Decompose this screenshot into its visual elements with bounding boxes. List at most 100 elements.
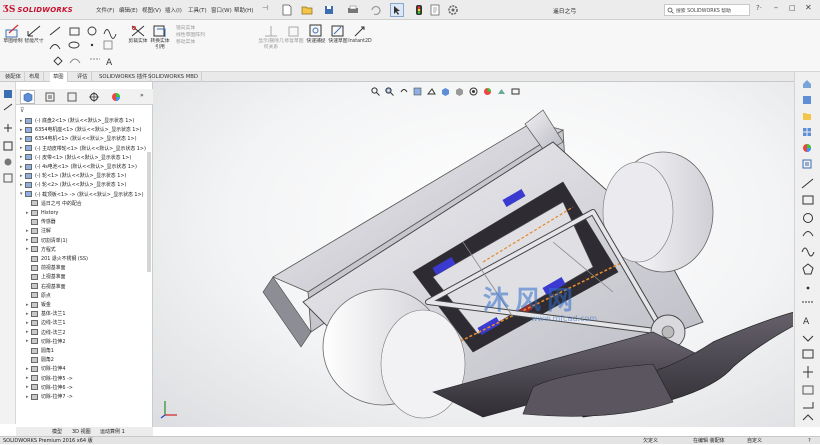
tree-item[interactable]: ▸ (-) 轮<1> (默认<<默认>_显示状态 1>) [16,171,153,180]
tree-item[interactable]: ▸ 切除-拉伸2 [16,337,153,346]
tree-item[interactable]: ▾ (-) 截顶板<1> -> (默认<<默认>_显示状态 1>) [16,190,153,199]
tree-item[interactable]: 前视基准面 [16,263,153,272]
tree-item[interactable]: ▸ (-) 轮<2> (默认<<默认>_显示状态 1>) [16,180,153,189]
tree-item[interactable]: ▸ 6354电机座<1> (默认<<默认>_显示状态 1>) [16,125,153,134]
tree-item[interactable]: ▸ 切除-拉伸7 -> [16,392,153,401]
sketch-tools-strip[interactable]: A [800,176,816,426]
view-settings-icon[interactable] [511,87,520,96]
appearances-icon[interactable] [800,142,814,154]
tree-item[interactable]: ▸ 方程式 [16,245,153,254]
zoom-to-fit-icon[interactable] [371,86,380,96]
tab-layout[interactable]: 布局 [26,72,44,82]
tab-evaluate[interactable]: 评估 [74,72,92,82]
menu-tools[interactable]: 工具(T) [188,6,207,14]
solidworks-resources-icon[interactable] [800,78,814,90]
view-palette-icon[interactable] [800,126,814,138]
tree-item[interactable]: ▸ 边线-法兰2 [16,328,153,337]
tree-item[interactable]: 圆角2 [16,355,153,364]
tab-addins[interactable]: SOLIDWORKS 插件 [96,72,152,82]
tree-item[interactable]: ▸ History [16,208,153,217]
feature-tree-tab[interactable] [20,90,35,104]
open-icon[interactable] [300,3,314,17]
graphics-area[interactable]: 沐风网 www.mfcad.com [153,82,794,427]
configuration-tab[interactable] [64,90,79,104]
select-icon[interactable] [390,3,404,17]
display-manager-tab[interactable] [108,90,123,104]
menu-view[interactable]: 视图(V) [142,6,161,14]
file-explorer-icon[interactable] [800,110,814,122]
new-document-icon[interactable] [280,3,294,17]
tree-item[interactable]: ▸ 注解 [16,226,153,235]
display-style-icon[interactable] [455,87,464,96]
options-gear-icon[interactable] [446,3,460,17]
menu-file[interactable]: 文件(F) [96,6,114,14]
smart-dimension-button[interactable]: 智能尺寸 [24,24,44,45]
edit-appearance-icon[interactable] [483,87,492,96]
property-manager-tab[interactable] [42,90,57,104]
rebuild-icon[interactable] [412,3,426,17]
tree-item[interactable]: 上视基准面 [16,272,153,281]
tree-item[interactable]: ▸ 切割清单(1) [16,236,153,245]
tree-item[interactable]: ▸ 切除-拉伸6 -> [16,383,153,392]
tab-assembly[interactable]: 装配体 [2,72,25,82]
menu-edit[interactable]: 编辑(E) [119,6,138,14]
menu-window[interactable]: 窗口(W) [211,6,232,14]
print-icon[interactable] [346,3,360,17]
dynamic-annotation-icon[interactable] [427,87,436,96]
tree-item[interactable]: ▸ (-) 4s电池<1> (默认<<默认>_显示状态 1>) [16,162,153,171]
trim-button[interactable]: 剪裁实体 [128,24,148,45]
tab-3d-views[interactable]: 3D 视图 [72,428,91,435]
tab-model[interactable]: 模型 [52,428,62,435]
hide-show-icon[interactable] [469,87,478,96]
design-library-icon[interactable] [800,94,814,106]
tab-mbd[interactable]: SOLIDWORKS MBD [145,72,203,82]
tree-item[interactable]: ▸ 切除-拉伸5 -> [16,374,153,383]
view-orientation-icon[interactable] [441,87,450,96]
minimize-icon[interactable]: – [774,3,778,12]
tree-item[interactable]: ▸ 边线-法兰1 [16,318,153,327]
instant2d-button[interactable]: Instant2D [348,24,372,45]
search-box[interactable]: 搜索 SOLIDWORKS 帮助 [664,4,750,16]
robot-model[interactable] [233,102,793,422]
relations-button[interactable]: 显示/删除几何关系 [256,24,286,51]
filter-icon[interactable]: ⊽ [20,107,24,114]
tree-item[interactable]: ▸ 切除-拉伸4 [16,364,153,373]
tab-motion-study[interactable]: 运动算例 1 [100,428,125,435]
close-icon[interactable]: ✕ [805,3,812,12]
tree-scrollbar[interactable] [147,152,151,272]
previous-view-icon[interactable] [399,87,408,96]
undo-icon[interactable] [368,3,382,17]
tree-item[interactable]: ▸ (-) 主动皮带轮<1> (默认<<默认>_显示状态 1>) [16,144,153,153]
tree-item[interactable]: 201 退火不锈钢 (SS) [16,254,153,263]
zoom-area-icon[interactable] [385,86,394,96]
apply-scene-icon[interactable] [497,87,506,96]
tree-item[interactable]: ▸ 钣金 [16,300,153,309]
menu-help[interactable]: 帮助(H) [234,6,253,14]
custom-properties-icon[interactable] [800,158,814,170]
mirror-group[interactable]: 镜向实体 线性草图阵列 移动实体 [176,24,236,46]
tree-item[interactable]: ▸ (-) 皮带<1> (默认<<默认>_显示状态 1>) [16,153,153,162]
repair-sketch-button[interactable]: 修复草图 [284,24,304,45]
rapid-sketch-button[interactable]: 快速草图 [328,24,348,45]
tree-item[interactable]: 圆角1 [16,346,153,355]
expand-panel-icon[interactable]: » [140,92,144,99]
tree-item[interactable]: ▸ 基体-法兰1 [16,309,153,318]
save-icon[interactable] [322,3,336,17]
section-view-icon[interactable] [413,87,422,96]
tree-item[interactable]: 原点 [16,291,153,300]
tree-item[interactable]: 传感器 [16,217,153,226]
convert-entities-button[interactable]: 转换实体引用 [150,24,170,51]
tree-item[interactable]: ▸ 6354电机<1> (默认<<默认>_显示状态 1>) [16,134,153,143]
tree-item[interactable]: 右视基准面 [16,282,153,291]
dimxpert-tab[interactable] [86,90,101,104]
tree-item[interactable]: ▸ (-) 底盘2<1> (默认<<默认>_显示状态 1>) [16,116,153,125]
menu-insert[interactable]: 插入(I) [165,6,182,14]
help-icon[interactable]: ?· [756,4,762,12]
maximize-icon[interactable]: □ [789,4,796,12]
file-properties-icon[interactable] [428,3,442,17]
sketch-button[interactable]: 草图绘制 [3,24,23,45]
pin-icon[interactable]: ⊣ [262,4,268,12]
tab-sketch[interactable]: 草图 [50,72,68,82]
tree-item[interactable]: 遥日之弓 中的配合 [16,199,153,208]
quick-snap-button[interactable]: 快速捕捉 [306,24,326,45]
